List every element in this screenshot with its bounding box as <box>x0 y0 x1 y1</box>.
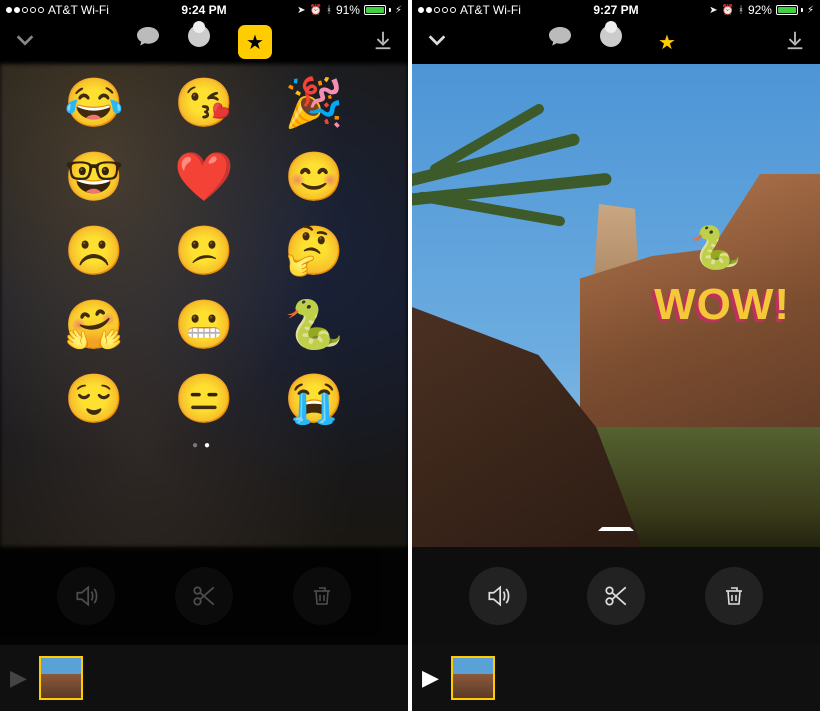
sticker-joy[interactable]: 😂 <box>54 80 134 128</box>
download-icon[interactable] <box>372 29 394 55</box>
star-icon: ★ <box>246 30 264 55</box>
stickers-button[interactable]: ★ <box>238 25 272 59</box>
status-bar: AT&T Wi-Fi 9:24 PM ➤ ⏰ ᚼ 91% ⚡︎ <box>0 0 408 20</box>
clip-thumbnail[interactable] <box>451 656 495 700</box>
clip-controls <box>412 547 820 645</box>
play-button[interactable]: ▶ <box>10 665 27 691</box>
chevron-down-icon[interactable] <box>426 29 448 55</box>
sticker-blush[interactable]: 😊 <box>274 154 354 202</box>
sticker-kiss[interactable]: 😘 <box>164 80 244 128</box>
sticker-overlay-snake[interactable]: 🐍 <box>690 224 742 273</box>
chevron-down-icon[interactable] <box>14 29 36 55</box>
timeline-strip: ▶ <box>0 645 408 711</box>
sticker-cry[interactable]: 😭 <box>274 376 354 424</box>
sticker-grimace[interactable]: 😬 <box>164 302 244 350</box>
delete-button[interactable] <box>705 567 763 625</box>
delete-button[interactable] <box>293 567 351 625</box>
clip-controls <box>0 547 408 645</box>
mute-button[interactable] <box>469 567 527 625</box>
cut-button[interactable] <box>587 567 645 625</box>
filters-icon[interactable] <box>188 25 210 47</box>
alarm-icon: ⏰ <box>309 5 321 16</box>
sticker-expressionless[interactable]: 😑 <box>164 376 244 424</box>
video-preview[interactable]: 🐍 WOW! <box>412 64 820 547</box>
filters-icon[interactable] <box>600 25 622 47</box>
sticker-snake[interactable]: 🐍 <box>274 302 354 350</box>
sticker-relieved[interactable]: 😌 <box>54 376 134 424</box>
sticker-confused[interactable]: 😕 <box>164 228 244 276</box>
cut-button[interactable] <box>175 567 233 625</box>
sticker-thinking[interactable]: 🤔 <box>274 228 354 276</box>
bluetooth-icon: ᚼ <box>326 5 332 16</box>
speech-bubble-icon[interactable] <box>548 25 572 59</box>
sticker-frown[interactable]: ☹️ <box>54 228 134 276</box>
editor-toolbar: ★ <box>0 20 408 64</box>
star-icon: ★ <box>658 30 676 55</box>
screen-editor-preview: AT&T Wi-Fi 9:27 PM ➤ ⏰ ᚼ 92% ⚡︎ <box>412 0 820 711</box>
bluetooth-icon: ᚼ <box>738 5 744 16</box>
clock-label: 9:27 PM <box>412 3 820 17</box>
screen-sticker-picker: AT&T Wi-Fi 9:24 PM ➤ ⏰ ᚼ 91% ⚡︎ <box>0 0 408 711</box>
sticker-hug[interactable]: 🤗 <box>54 302 134 350</box>
speech-bubble-icon[interactable] <box>136 25 160 59</box>
download-icon[interactable] <box>784 29 806 55</box>
timeline-strip: ▶ <box>412 645 820 711</box>
clock-label: 9:24 PM <box>0 3 408 17</box>
alarm-icon: ⏰ <box>721 5 733 16</box>
text-overlay-wow[interactable]: WOW! <box>654 280 790 330</box>
stickers-button[interactable]: ★ <box>650 25 684 59</box>
mute-button[interactable] <box>57 567 115 625</box>
sticker-party[interactable]: 🎉 <box>274 80 354 128</box>
location-icon: ➤ <box>297 5 305 16</box>
clip-thumbnail[interactable] <box>39 656 83 700</box>
drawer-handle-icon[interactable] <box>598 527 634 539</box>
sticker-heart[interactable]: ❤️ <box>164 154 244 202</box>
play-button[interactable]: ▶ <box>422 665 439 691</box>
editor-toolbar: ★ <box>412 20 820 64</box>
location-icon: ➤ <box>709 5 717 16</box>
sticker-grid: 😂 😘 🎉 🤓 ❤️ 😊 ☹️ 😕 🤔 🤗 😬 🐍 😌 😑 😭 <box>0 64 408 434</box>
page-indicator: ●● <box>0 440 408 451</box>
sticker-nerd[interactable]: 🤓 <box>54 154 134 202</box>
status-bar: AT&T Wi-Fi 9:27 PM ➤ ⏰ ᚼ 92% ⚡︎ <box>412 0 820 20</box>
